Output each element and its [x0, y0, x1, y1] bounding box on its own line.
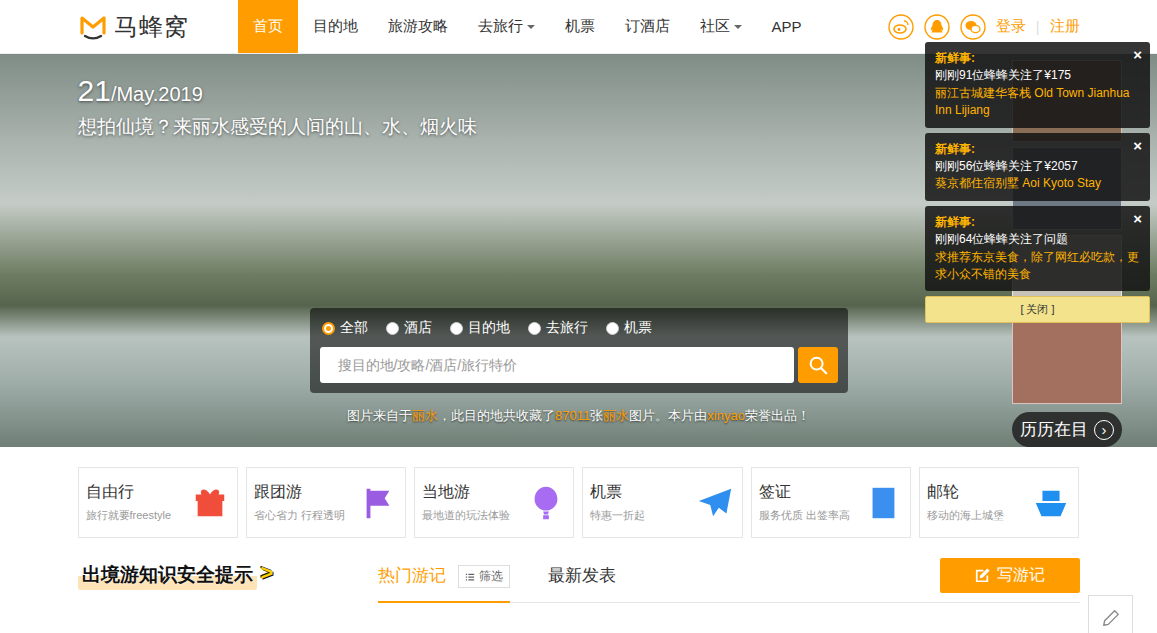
write-note-button[interactable]: 写游记 [940, 558, 1080, 593]
auth-separator: | [1036, 19, 1040, 35]
close-all-button[interactable]: [ 关闭 ] [925, 296, 1150, 323]
service-card[interactable]: 签证服务优质 出签率高 [751, 467, 911, 538]
caption-text: ，此目的地共收藏了 [438, 408, 555, 423]
notification-text: 刚刚56位蜂蜂关注了¥2057 [935, 158, 1140, 175]
logo[interactable]: 马蜂窝 [78, 0, 238, 53]
photo-caption: 图片来自于丽水，此目的地共收藏了87011张丽水图片。本片由xinyao荣誉出品… [347, 407, 810, 425]
nav-item[interactable]: APP [757, 0, 817, 53]
notification-link[interactable]: 求推荐东京美食，除了网红必吃款，更求小众不错的美食 [935, 249, 1140, 284]
safety-notice-banner[interactable]: 出境游知识安全提示> [78, 558, 378, 603]
notification-heading: 新鲜事: [935, 50, 1140, 67]
plane-icon [696, 484, 734, 522]
flag-icon [359, 484, 397, 522]
search-type-radio[interactable]: 酒店 [386, 319, 432, 337]
main-nav: 首页目的地旅游攻略去旅行机票订酒店社区APP [238, 0, 817, 53]
radio-icon [322, 322, 335, 335]
close-icon[interactable]: × [1133, 211, 1142, 226]
service-card[interactable]: 当地游最地道的玩法体验 [414, 467, 574, 538]
caret-icon [734, 25, 742, 29]
nav-item[interactable]: 首页 [238, 0, 298, 53]
close-icon[interactable]: × [1133, 138, 1142, 153]
radio-icon [386, 322, 399, 335]
weibo-icon[interactable] [888, 14, 914, 40]
logo-text: 马蜂窝 [114, 11, 189, 43]
gift-icon [191, 484, 229, 522]
service-card[interactable]: 邮轮移动的海上城堡 [919, 467, 1079, 538]
search-type-radio[interactable]: 机票 [606, 319, 652, 337]
service-list: 自由行旅行就要freestyle跟团游省心省力 行程透明当地游最地道的玩法体验机… [78, 467, 1080, 538]
nav-item[interactable]: 旅游攻略 [373, 0, 463, 53]
caption-text: 图片来自于 [347, 408, 412, 423]
notification-heading: 新鲜事: [935, 214, 1140, 231]
close-icon[interactable]: × [1133, 47, 1142, 62]
search-panel: 全部酒店目的地去旅行机票 [310, 308, 848, 393]
filter-button[interactable]: 筛选 [458, 565, 510, 588]
notification-link[interactable]: 葵京都住宿别墅 Aoi Kyoto Stay [935, 175, 1140, 192]
nav-item[interactable]: 社区 [685, 0, 757, 53]
notification-text: 刚刚64位蜂蜂关注了问题 [935, 231, 1140, 248]
notification: 新鲜事:刚刚64位蜂蜂关注了问题求推荐东京美食，除了网红必吃款，更求小众不错的美… [925, 206, 1150, 292]
notification-stack: 新鲜事:刚刚91位蜂蜂关注了¥175丽江古城建华客栈 Old Town Jian… [925, 42, 1150, 323]
tab-bar: 热门游记 筛选最新发表 写游记 [378, 558, 1080, 603]
service-card[interactable]: 机票特惠一折起 [582, 467, 742, 538]
search-input[interactable] [320, 347, 794, 383]
wechat-icon[interactable] [960, 14, 986, 40]
notification: 新鲜事:刚刚91位蜂蜂关注了¥175丽江古城建华客栈 Old Town Jian… [925, 42, 1150, 128]
gallery-thumbnail[interactable] [1012, 322, 1122, 404]
notification-link[interactable]: 丽江古城建华客栈 Old Town Jianhua Inn Lijiang [935, 85, 1140, 120]
radio-icon [606, 322, 619, 335]
ship-icon [1032, 484, 1070, 522]
nav-item[interactable]: 机票 [550, 0, 610, 53]
service-card[interactable]: 跟团游省心省力 行程透明 [246, 467, 406, 538]
search-type-group: 全部酒店目的地去旅行机票 [320, 319, 838, 337]
nav-item[interactable]: 去旅行 [463, 0, 550, 53]
radio-icon [528, 322, 541, 335]
logo-icon [78, 13, 108, 41]
caption-text: 张 [590, 408, 603, 423]
nav-item[interactable]: 订酒店 [610, 0, 685, 53]
notification: 新鲜事:刚刚56位蜂蜂关注了¥2057葵京都住宿别墅 Aoi Kyoto Sta… [925, 133, 1150, 201]
pencil-icon [1101, 608, 1121, 628]
passport-icon [864, 484, 902, 522]
search-type-radio[interactable]: 去旅行 [528, 319, 588, 337]
edit-icon [974, 567, 991, 584]
register-link[interactable]: 注册 [1050, 17, 1080, 36]
search-button[interactable] [798, 347, 838, 383]
caption-text: 图片。本片由 [629, 408, 707, 423]
search-type-radio[interactable]: 全部 [322, 319, 368, 337]
gallery-button[interactable]: 历历在目› [1012, 412, 1122, 447]
notification-text: 刚刚91位蜂蜂关注了¥175 [935, 67, 1140, 84]
page: 马蜂窝首页目的地旅游攻略去旅行机票订酒店社区APP登录|注册21/May.201… [0, 0, 1157, 633]
list-icon [465, 572, 475, 582]
notification-heading: 新鲜事: [935, 141, 1140, 158]
nav-item[interactable]: 目的地 [298, 0, 373, 53]
caption-link[interactable]: 丽水 [603, 408, 629, 423]
floating-edit-button[interactable] [1088, 595, 1133, 633]
caption-link[interactable]: 87011 [555, 408, 590, 423]
service-card[interactable]: 自由行旅行就要freestyle [78, 467, 238, 538]
caption-link[interactable]: 丽水 [412, 408, 438, 423]
tab[interactable]: 最新发表 [548, 558, 616, 602]
tab[interactable]: 热门游记 筛选 [378, 558, 510, 603]
caption-text: 荣誉出品！ [745, 408, 810, 423]
radio-icon [450, 322, 463, 335]
caret-icon [527, 25, 535, 29]
content-bar: 出境游知识安全提示>热门游记 筛选最新发表 写游记 [78, 558, 1080, 603]
search-type-radio[interactable]: 目的地 [450, 319, 510, 337]
magnifier-icon [807, 354, 829, 376]
caption-link[interactable]: xinyao [707, 408, 745, 423]
balloon-icon [527, 484, 565, 522]
login-link[interactable]: 登录 [996, 17, 1026, 36]
qq-icon[interactable] [924, 14, 950, 40]
